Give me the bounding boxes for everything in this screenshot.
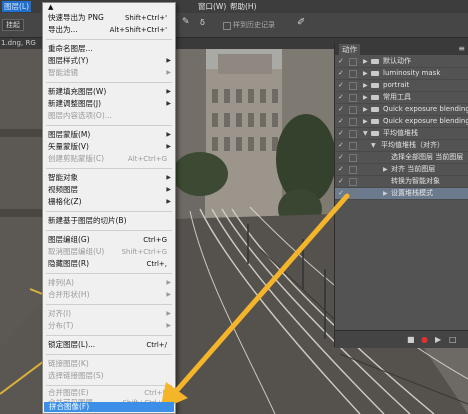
menu-item-flatten-image[interactable]: 拼合图像(F) (44, 402, 174, 412)
arrow-annotation-icon (160, 193, 350, 410)
